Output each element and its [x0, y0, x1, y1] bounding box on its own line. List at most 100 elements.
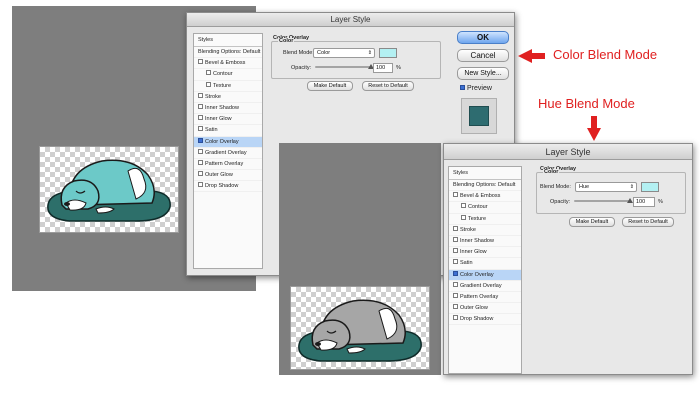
checkbox-icon[interactable]: [453, 248, 458, 254]
style-item-stroke[interactable]: Stroke: [194, 92, 262, 103]
checkbox-icon[interactable]: [461, 203, 466, 209]
checkbox-icon[interactable]: [453, 225, 458, 231]
opacity-label: Opacity:: [550, 199, 571, 205]
styles-header[interactable]: Styles: [194, 34, 262, 47]
hue-blend-annotation: Hue Blend Mode: [538, 96, 635, 111]
canvas-top: [39, 146, 179, 233]
style-item-outer-glow[interactable]: Outer Glow: [194, 170, 262, 182]
checkbox-icon[interactable]: [198, 182, 203, 188]
style-item-contour[interactable]: Contour: [449, 202, 521, 214]
opacity-label: Opacity:: [291, 65, 312, 71]
ok-button[interactable]: OK: [457, 31, 509, 44]
dog-nose-shape: [315, 342, 321, 346]
style-item-outer-glow[interactable]: Outer Glow: [449, 303, 521, 315]
style-item-inner-shadow[interactable]: Inner Shadow: [194, 103, 262, 115]
reset-to-default-button[interactable]: Reset to Default: [362, 81, 414, 91]
color-blend-annotation: Color Blend Mode: [553, 47, 658, 62]
reset-to-default-button[interactable]: Reset to Default: [622, 217, 674, 227]
style-item-label: Inner Glow: [460, 249, 487, 256]
styles-header[interactable]: Styles: [449, 167, 521, 180]
down-arrow-icon: [587, 116, 601, 141]
style-item-bevel-emboss[interactable]: Bevel & Emboss: [194, 58, 262, 70]
preview-checkbox[interactable]: Preview: [460, 84, 492, 92]
color-swatch[interactable]: [641, 182, 659, 192]
checkbox-icon[interactable]: [198, 103, 203, 109]
blending-options-item[interactable]: Blending Options: Default: [194, 47, 262, 59]
style-item-label: Bevel & Emboss: [205, 60, 246, 67]
checkbox-icon[interactable]: [198, 115, 203, 121]
style-item-pattern-overlay[interactable]: Pattern Overlay: [194, 159, 262, 171]
style-item-pattern-overlay[interactable]: Pattern Overlay: [449, 292, 521, 304]
checkbox-icon[interactable]: [453, 192, 458, 198]
checkbox-icon[interactable]: [453, 259, 458, 265]
style-item-label: Gradient Overlay: [460, 282, 502, 289]
blending-options-item[interactable]: Blending Options: Default: [449, 180, 521, 192]
preview-check-icon: [460, 84, 465, 90]
color-swatch[interactable]: [379, 48, 397, 58]
style-item-label: Outer Glow: [205, 172, 233, 179]
left-arrow-icon: [518, 49, 545, 63]
blend-mode-select[interactable]: Color ⇕: [313, 48, 375, 58]
style-item-gradient-overlay[interactable]: Gradient Overlay: [449, 281, 521, 292]
layer-style-dialog-bottom: Layer Style Styles Blending Options: Def…: [443, 143, 693, 375]
checkbox-icon[interactable]: [206, 81, 211, 87]
canvas-bottom: [290, 286, 430, 370]
cancel-button[interactable]: Cancel: [457, 49, 509, 62]
new-style-button[interactable]: New Style...: [457, 67, 509, 80]
style-item-label: Outer Glow: [460, 305, 488, 312]
checkbox-icon[interactable]: [461, 214, 466, 220]
checkbox-icon[interactable]: [453, 236, 458, 242]
checkbox-icon[interactable]: [198, 159, 203, 165]
color-group-title: Color: [543, 169, 560, 175]
checkbox-icon[interactable]: [453, 270, 458, 276]
checkbox-icon[interactable]: [198, 59, 203, 65]
dog-illustration-hue: [298, 299, 422, 362]
style-item-satin[interactable]: Satin: [449, 258, 521, 270]
opacity-unit: %: [396, 65, 401, 71]
blend-mode-value: Color: [317, 50, 331, 56]
style-item-stroke[interactable]: Stroke: [449, 225, 521, 236]
checkbox-icon[interactable]: [198, 148, 203, 154]
blend-mode-label: Blend Mode:: [283, 50, 314, 56]
make-default-button[interactable]: Make Default: [307, 81, 353, 91]
style-item-color-overlay[interactable]: Color Overlay: [449, 269, 521, 281]
checkbox-icon[interactable]: [206, 70, 211, 76]
style-item-bevel-emboss[interactable]: Bevel & Emboss: [449, 191, 521, 203]
blend-mode-select[interactable]: Hue ⇕: [575, 182, 637, 192]
checkbox-icon[interactable]: [453, 315, 458, 321]
style-item-label: Color Overlay: [460, 271, 494, 278]
style-item-gradient-overlay[interactable]: Gradient Overlay: [194, 148, 262, 159]
checkbox-icon[interactable]: [198, 92, 203, 98]
color-group-title: Color: [278, 38, 295, 44]
style-item-inner-glow[interactable]: Inner Glow: [449, 247, 521, 259]
preview-thumbnail: [461, 98, 497, 134]
style-item-satin[interactable]: Satin: [194, 125, 262, 137]
opacity-slider[interactable]: [315, 64, 374, 69]
style-item-contour[interactable]: Contour: [194, 69, 262, 81]
checkbox-icon[interactable]: [198, 137, 203, 143]
style-item-label: Pattern Overlay: [460, 293, 499, 300]
style-item-label: Satin: [460, 260, 473, 267]
style-item-label: Inner Shadow: [205, 104, 239, 111]
opacity-slider[interactable]: [574, 198, 633, 203]
style-item-label: Inner Shadow: [460, 237, 494, 244]
style-item-color-overlay[interactable]: Color Overlay: [194, 136, 262, 148]
checkbox-icon[interactable]: [453, 292, 458, 298]
opacity-input[interactable]: 100: [373, 63, 393, 73]
opacity-input[interactable]: 100: [633, 197, 655, 207]
checkbox-icon[interactable]: [198, 171, 203, 177]
make-default-button[interactable]: Make Default: [569, 217, 615, 227]
style-item-texture[interactable]: Texture: [449, 214, 521, 225]
checkbox-icon[interactable]: [198, 126, 203, 132]
checkbox-icon[interactable]: [453, 304, 458, 310]
dog-nose-shape: [64, 202, 70, 206]
dropdown-arrows-icon: ⇕: [367, 50, 372, 56]
style-item-drop-shadow[interactable]: Drop Shadow: [194, 181, 262, 193]
style-item-label: Contour: [213, 71, 233, 78]
checkbox-icon[interactable]: [453, 281, 458, 287]
style-item-inner-shadow[interactable]: Inner Shadow: [449, 236, 521, 248]
style-item-texture[interactable]: Texture: [194, 81, 262, 92]
style-item-drop-shadow[interactable]: Drop Shadow: [449, 314, 521, 326]
dropdown-arrows-icon: ⇕: [629, 184, 634, 190]
style-item-inner-glow[interactable]: Inner Glow: [194, 114, 262, 126]
